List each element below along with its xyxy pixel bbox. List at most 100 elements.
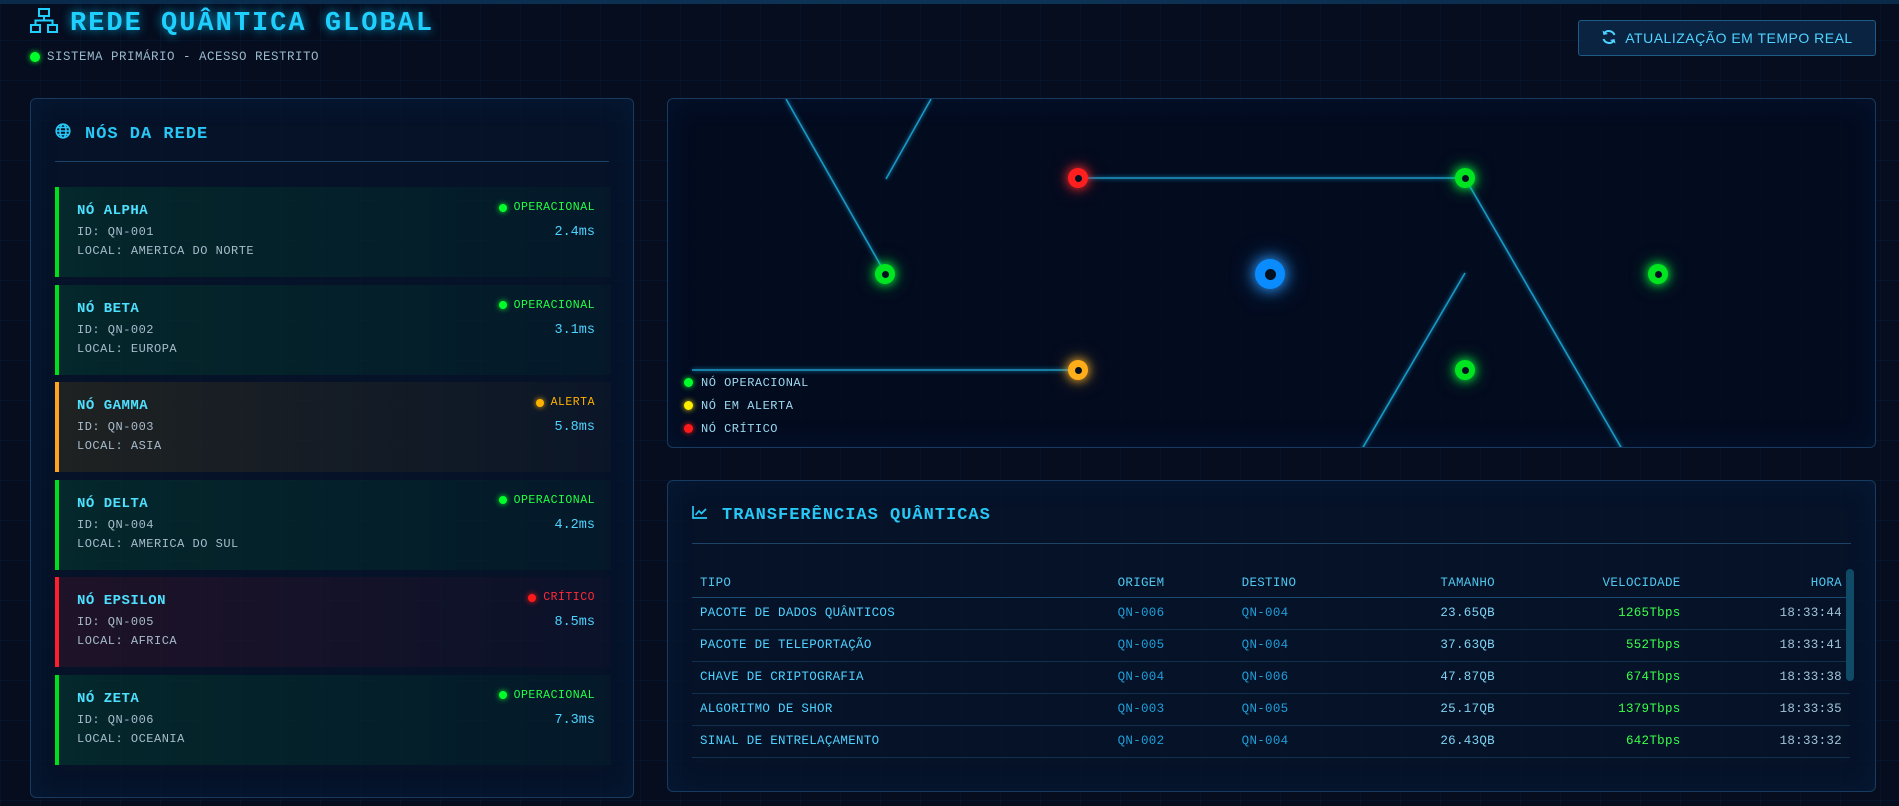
cell-hora: 18:33:41	[1688, 629, 1850, 662]
column-header-tipo[interactable]: TIPO	[692, 569, 1110, 598]
node-status-label: OPERACIONAL	[513, 493, 595, 507]
table-header-row: TIPO ORIGEM DESTINO TAMANHO VELOCIDADE H…	[692, 569, 1850, 598]
cell-origem: QN-006	[1109, 597, 1234, 630]
node-name: NÓ GAMMA	[77, 398, 149, 414]
cell-origem: QN-004	[1109, 661, 1234, 694]
node-latency: 4.2ms	[554, 517, 595, 533]
node-id: ID: QN-006	[77, 712, 155, 727]
legend-label: NÓ CRÍTICO	[701, 421, 779, 436]
map-link	[885, 99, 932, 180]
transfers-table: TIPO ORIGEM DESTINO TAMANHO VELOCIDADE H…	[692, 569, 1850, 758]
column-header-velocidade[interactable]: VELOCIDADE	[1502, 569, 1689, 598]
legend-label: NÓ EM ALERTA	[701, 398, 794, 413]
realtime-update-label: ATUALIZAÇÃO EM TEMPO REAL	[1625, 30, 1853, 46]
status-dot-icon	[528, 593, 537, 602]
nodes-panel: NÓS DA REDE NÓ ALPHA ID: QN-001 LOCAL: AME…	[30, 98, 634, 798]
cell-tamanho: 47.87QB	[1365, 661, 1503, 694]
node-card[interactable]: NÓ GAMMA ID: QN-003 LOCAL: ASIA ALERTA 5.8ms	[55, 382, 611, 472]
top-border	[0, 0, 1899, 4]
node-card[interactable]: NÓ DELTA ID: QN-004 LOCAL: AMERICA DO SUL O…	[55, 479, 611, 570]
node-status-badge: ALERTA	[535, 396, 595, 409]
map-hub-node[interactable]	[1255, 259, 1285, 289]
status-dot-icon	[498, 301, 507, 309]
table-scrollbar[interactable]	[1846, 569, 1854, 681]
cell-velocidade: 1379Tbps	[1502, 693, 1689, 726]
node-location: LOCAL: AFRICA	[77, 634, 178, 648]
node-latency: 2.4ms	[554, 225, 595, 240]
node-status-label: OPERACIONAL	[513, 298, 595, 312]
page-title: REDE QUÂNTICA GLOBAL	[70, 8, 435, 39]
network-icon	[30, 8, 58, 39]
map-node-operational[interactable]	[1455, 360, 1475, 380]
realtime-update-button[interactable]: ATUALIZAÇÃO EM TEMPO REAL	[1578, 20, 1876, 56]
cell-destino: QN-004	[1233, 597, 1366, 630]
node-name: NÓ EPSILON	[77, 593, 167, 609]
map-legend: NÓ OPERACIONAL NÓ EM ALERTA NÓ CRÍTICO	[684, 371, 809, 440]
network-map[interactable]: NÓ OPERACIONAL NÓ EM ALERTA NÓ CRÍTICO	[667, 98, 1876, 448]
refresh-icon	[1601, 29, 1617, 48]
table-row[interactable]: SINAL DE ENTRELAÇAMENTO QN-002 QN-004 26.43…	[692, 725, 1850, 758]
node-id: ID: QN-001	[77, 225, 155, 239]
node-status-label: CRÍTICO	[543, 591, 595, 604]
cell-hora: 18:33:35	[1688, 693, 1850, 726]
node-status-badge: OPERACIONAL	[498, 201, 595, 214]
cell-destino: QN-005	[1233, 693, 1366, 726]
cell-destino: QN-004	[1233, 629, 1366, 662]
column-header-tamanho[interactable]: TAMANHO	[1365, 569, 1503, 598]
cell-hora: 18:33:32	[1688, 725, 1850, 758]
cell-tipo: CHAVE DE CRIPTOGRAFIA	[692, 661, 1110, 694]
node-status-badge: OPERACIONAL	[498, 689, 595, 702]
green-dot-icon	[684, 378, 693, 387]
column-header-origem[interactable]: ORIGEM	[1109, 569, 1234, 598]
status-dot-icon	[498, 496, 507, 504]
cell-tamanho: 25.17QB	[1365, 693, 1503, 726]
node-card[interactable]: NÓ BETA ID: QN-002 LOCAL: EUROPA OPERACIONA…	[55, 284, 611, 375]
cell-tamanho: 26.43QB	[1365, 725, 1503, 758]
chart-line-icon	[692, 505, 708, 525]
nodes-panel-header: NÓS DA REDE	[55, 123, 208, 145]
cell-destino: QN-006	[1233, 661, 1366, 694]
transfers-panel: TRANSFERÊNCIAS QUÂNTICAS TIPO ORIGEM DES…	[667, 480, 1876, 792]
node-id: ID: QN-003	[77, 420, 155, 434]
table-row[interactable]: CHAVE DE CRIPTOGRAFIA QN-004 QN-006 47.87QB…	[692, 661, 1850, 694]
map-link	[1464, 177, 1622, 447]
map-node-operational[interactable]	[1648, 264, 1668, 284]
table-row[interactable]: PACOTE DE DADOS QUÂNTICOS QN-006 QN-004 23.…	[692, 597, 1850, 630]
status-dot-icon	[498, 691, 507, 699]
node-latency: 5.8ms	[554, 420, 595, 435]
red-dot-icon	[684, 424, 693, 433]
cell-tipo: PACOTE DE DADOS QUÂNTICOS	[692, 597, 1110, 630]
status-dot-icon	[30, 52, 40, 62]
yellow-dot-icon	[684, 401, 693, 410]
node-status-badge: CRÍTICO	[528, 591, 595, 604]
map-node-critical[interactable]	[1068, 168, 1088, 188]
column-header-destino[interactable]: DESTINO	[1233, 569, 1366, 598]
cell-velocidade: 552Tbps	[1502, 629, 1689, 662]
node-location: LOCAL: AMERICA DO SUL	[77, 536, 239, 551]
node-status-label: ALERTA	[550, 396, 595, 409]
divider	[692, 543, 1851, 544]
node-latency: 7.3ms	[554, 712, 595, 728]
cell-tipo: PACOTE DE TELEPORTAÇÃO	[692, 629, 1110, 662]
nodes-panel-title: NÓS DA REDE	[85, 124, 209, 144]
node-id: ID: QN-002	[77, 322, 155, 337]
node-card[interactable]: NÓ EPSILON ID: QN-005 LOCAL: AFRICA CRÍTICO…	[55, 577, 611, 667]
app-header: REDE QUÂNTICA GLOBAL	[30, 8, 434, 39]
node-card[interactable]: NÓ ZETA ID: QN-006 LOCAL: OCEANIA OPERACION…	[55, 674, 611, 765]
table-row[interactable]: PACOTE DE TELEPORTAÇÃO QN-005 QN-004 37.63Q…	[692, 629, 1850, 662]
status-dot-icon	[535, 398, 544, 407]
node-latency: 3.1ms	[554, 322, 595, 338]
map-node-alert[interactable]	[1068, 360, 1088, 380]
transfers-panel-header: TRANSFERÊNCIAS QUÂNTICAS	[692, 505, 991, 525]
column-header-hora[interactable]: HORA	[1688, 569, 1850, 598]
map-node-operational[interactable]	[1455, 168, 1475, 188]
cell-destino: QN-004	[1233, 725, 1366, 758]
map-node-operational[interactable]	[875, 264, 895, 284]
node-card[interactable]: NÓ ALPHA ID: QN-001 LOCAL: AMERICA DO NORT…	[55, 187, 611, 277]
node-location: LOCAL: OCEANIA	[77, 731, 185, 746]
node-list: NÓ ALPHA ID: QN-001 LOCAL: AMERICA DO NORT…	[55, 187, 611, 772]
node-id: ID: QN-004	[77, 517, 155, 532]
node-status-badge: OPERACIONAL	[498, 298, 595, 312]
system-status-text: SISTEMA PRIMÁRIO - ACESSO RESTRITO	[47, 50, 320, 64]
table-row[interactable]: ALGORITMO DE SHOR QN-003 QN-005 25.17QB 1379…	[692, 693, 1850, 726]
